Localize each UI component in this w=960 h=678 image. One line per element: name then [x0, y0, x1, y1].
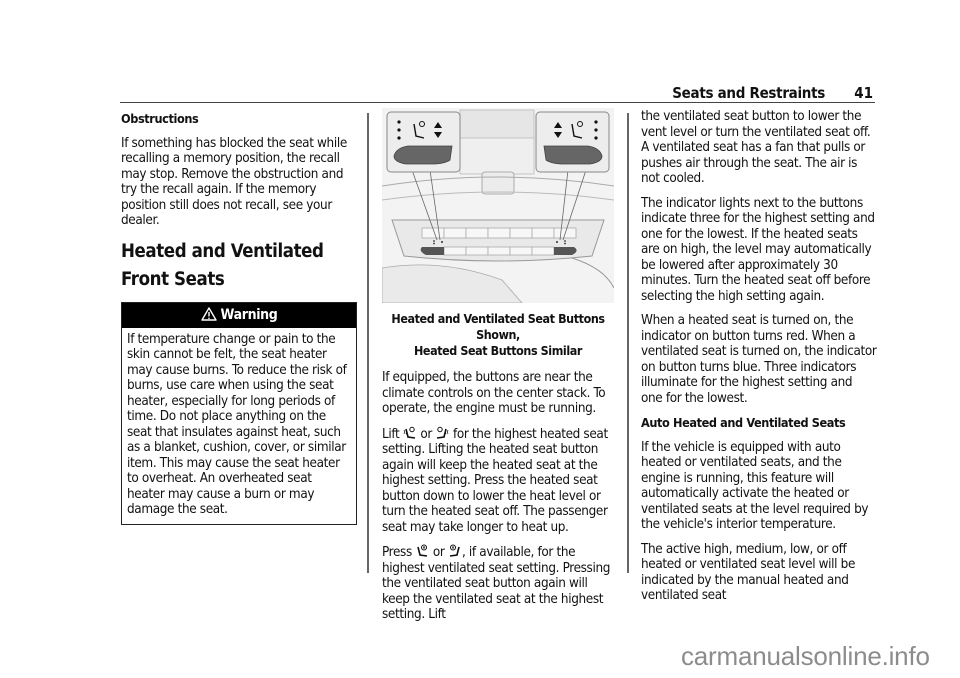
page-number: 41 [854, 84, 873, 102]
caption-line-2: Heated Seat Buttons Similar [413, 343, 582, 358]
warning-label: Warning [220, 306, 278, 323]
heated-seat-instructions: Lift or for the highest heated seat sett… [382, 426, 614, 536]
text-or: or [432, 545, 445, 560]
vent-lower-paragraph: the ventilated seat button to lower the … [641, 109, 871, 140]
section-title: Heated and Ventilated Front Seats [121, 240, 324, 290]
warning-text: If temperature change or pain to the ski… [127, 331, 347, 518]
active-level-paragraph: The active high, medium, low, or off hea… [641, 541, 856, 604]
text-press: Press [382, 545, 412, 560]
auto-seats-subheading: Auto Heated and Ventilated Seats [641, 415, 846, 430]
auto-seats-paragraph: If the vehicle is equipped with auto hea… [641, 439, 869, 533]
column-2: Heated and Ventilated Seat Buttons Shown… [382, 108, 614, 632]
column-1: Obstructions If something has blocked th… [121, 111, 357, 525]
ventilated-seat-instructions: Press or , if available, for the highest… [382, 544, 614, 623]
warning-header: Warning [122, 302, 356, 330]
warning-box: Warning If temperature change or pain to… [121, 301, 357, 525]
buttons-location-paragraph: If equipped, the buttons are near the cl… [382, 370, 606, 416]
indicator-lights-paragraph: The indicator lights next to the buttons… [641, 195, 875, 304]
running-header-title: Seats and Restraints [672, 84, 825, 102]
watermark: carmanualsonline.info [681, 641, 930, 671]
passenger-heated-seat-icon [435, 426, 449, 441]
warning-triangle-icon [200, 305, 217, 330]
column-3: the ventilated seat button to lower the … [641, 109, 877, 613]
driver-heated-seat-icon [403, 426, 417, 441]
page-header: Seats and Restraints 41 [120, 84, 875, 103]
column-divider [367, 113, 369, 573]
driver-ventilated-seat-icon [415, 544, 429, 559]
fan-description-paragraph: A ventilated seat has a fan that pulls o… [641, 140, 866, 186]
indicator-colors-paragraph: When a heated seat is turned on, the ind… [641, 313, 877, 406]
passenger-ventilated-seat-icon [448, 544, 462, 559]
heated-seat-instructions-text: for the highest heated seat setting. Lif… [382, 426, 608, 535]
column-divider [627, 113, 629, 573]
obstructions-subheading: Obstructions [121, 111, 199, 126]
caption-line-1: Heated and Ventilated Seat Buttons Shown… [391, 311, 605, 342]
figure-caption: Heated and Ventilated Seat Buttons Shown… [382, 311, 614, 359]
seat-buttons-illustration [382, 108, 614, 303]
center-stack-drawing [382, 108, 614, 303]
text-lift: Lift [382, 426, 400, 442]
text-or: or [420, 426, 432, 442]
obstructions-paragraph: If something has blocked the seat while … [121, 135, 347, 229]
